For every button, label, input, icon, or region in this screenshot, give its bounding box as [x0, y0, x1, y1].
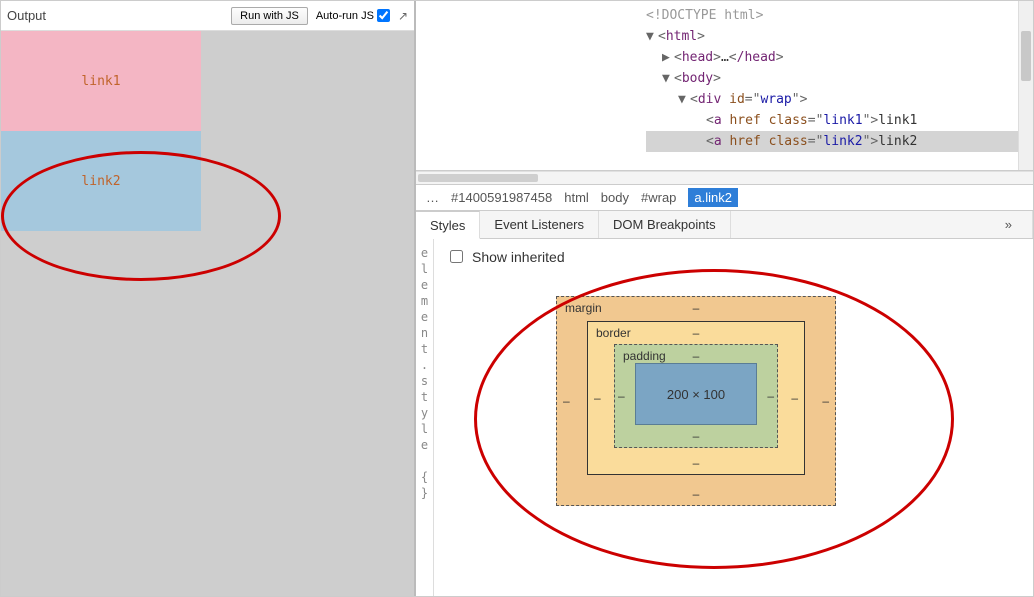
auto-run-checkbox[interactable]	[377, 9, 390, 22]
dom-a-link2[interactable]: <a href class="link2">link2	[646, 131, 1033, 152]
tab-dom-breakpoints[interactable]: DOM Breakpoints	[599, 211, 731, 238]
dom-vertical-scrollbar[interactable]	[1018, 1, 1033, 170]
crumb-active[interactable]: a.link2	[688, 188, 738, 207]
margin-bottom-val: –	[693, 487, 700, 501]
run-with-js-button[interactable]: Run with JS	[231, 7, 308, 25]
preview-link1[interactable]: link1	[1, 31, 201, 131]
border-label: border	[596, 326, 631, 340]
border-right-val: –	[791, 391, 798, 405]
dom-body[interactable]: ▼<body>	[646, 68, 1033, 89]
padding-right-val: –	[767, 389, 774, 403]
show-inherited-row[interactable]: Show inherited	[446, 247, 1021, 266]
box-model-padding[interactable]: padding – – – – 200 × 100	[614, 344, 778, 448]
output-panel: Output Run with JS Auto-run JS ↗ link1 l…	[1, 1, 416, 596]
popout-icon[interactable]: ↗	[398, 9, 408, 23]
breadcrumb: … #1400591987458 html body #wrap a.link2	[416, 185, 1033, 211]
show-inherited-checkbox[interactable]	[450, 250, 463, 263]
dom-html[interactable]: ▼<html>	[646, 26, 1033, 47]
margin-label: margin	[565, 301, 602, 315]
box-model-border[interactable]: border – – – – padding – – – – 20	[587, 321, 805, 475]
devtools-panel: <!DOCTYPE html> ▼<html> ▶<head>…</head> …	[416, 1, 1033, 596]
preview-wrap: link1 link2	[1, 31, 201, 231]
crumb-id[interactable]: #1400591987458	[451, 190, 552, 205]
border-bottom-val: –	[693, 456, 700, 470]
tab-more[interactable]: »	[991, 211, 1033, 238]
dom-head[interactable]: ▶<head>…</head>	[646, 47, 1033, 68]
crumb-wrap[interactable]: #wrap	[641, 190, 676, 205]
crumb-html[interactable]: html	[564, 190, 589, 205]
tabs-bar: Styles Event Listeners DOM Breakpoints »	[416, 211, 1033, 239]
border-top-val: –	[693, 326, 700, 340]
tab-event-listeners[interactable]: Event Listeners	[480, 211, 599, 238]
output-header: Output Run with JS Auto-run JS ↗	[1, 1, 414, 31]
output-body: link1 link2	[1, 31, 414, 596]
box-model-content[interactable]: 200 × 100	[635, 363, 757, 425]
auto-run-label[interactable]: Auto-run JS	[316, 9, 390, 22]
padding-top-val: –	[693, 349, 700, 363]
box-model: margin – – – – border – – – – padding	[556, 296, 1021, 506]
styles-body: e l e m e n t . s t y l e { } Show inher…	[416, 239, 1033, 596]
padding-label: padding	[623, 349, 666, 363]
dom-a-link1[interactable]: <a href class="link1">link1	[646, 110, 1033, 131]
dom-tree[interactable]: <!DOCTYPE html> ▼<html> ▶<head>…</head> …	[416, 1, 1033, 171]
border-left-val: –	[594, 391, 601, 405]
show-inherited-label: Show inherited	[472, 249, 565, 265]
box-model-margin[interactable]: margin – – – – border – – – – padding	[556, 296, 836, 506]
margin-right-val: –	[822, 394, 829, 408]
preview-link2[interactable]: link2	[1, 131, 201, 231]
dom-div-wrap[interactable]: ▼<div id="wrap">	[646, 89, 1033, 110]
dom-horizontal-scrollbar[interactable]	[416, 171, 1033, 185]
margin-top-val: –	[693, 301, 700, 315]
auto-run-text: Auto-run JS	[316, 10, 374, 22]
tab-styles[interactable]: Styles	[416, 211, 480, 239]
crumb-body[interactable]: body	[601, 190, 629, 205]
styles-inner: Show inherited margin – – – – border – –	[434, 239, 1033, 596]
app-root: Output Run with JS Auto-run JS ↗ link1 l…	[0, 0, 1034, 597]
margin-left-val: –	[563, 394, 570, 408]
output-title: Output	[7, 8, 46, 23]
padding-bottom-val: –	[693, 429, 700, 443]
styles-gutter: e l e m e n t . s t y l e { }	[416, 239, 434, 596]
crumb-ellipsis[interactable]: …	[426, 190, 439, 205]
padding-left-val: –	[618, 389, 625, 403]
dom-doctype: <!DOCTYPE html>	[646, 5, 1033, 26]
